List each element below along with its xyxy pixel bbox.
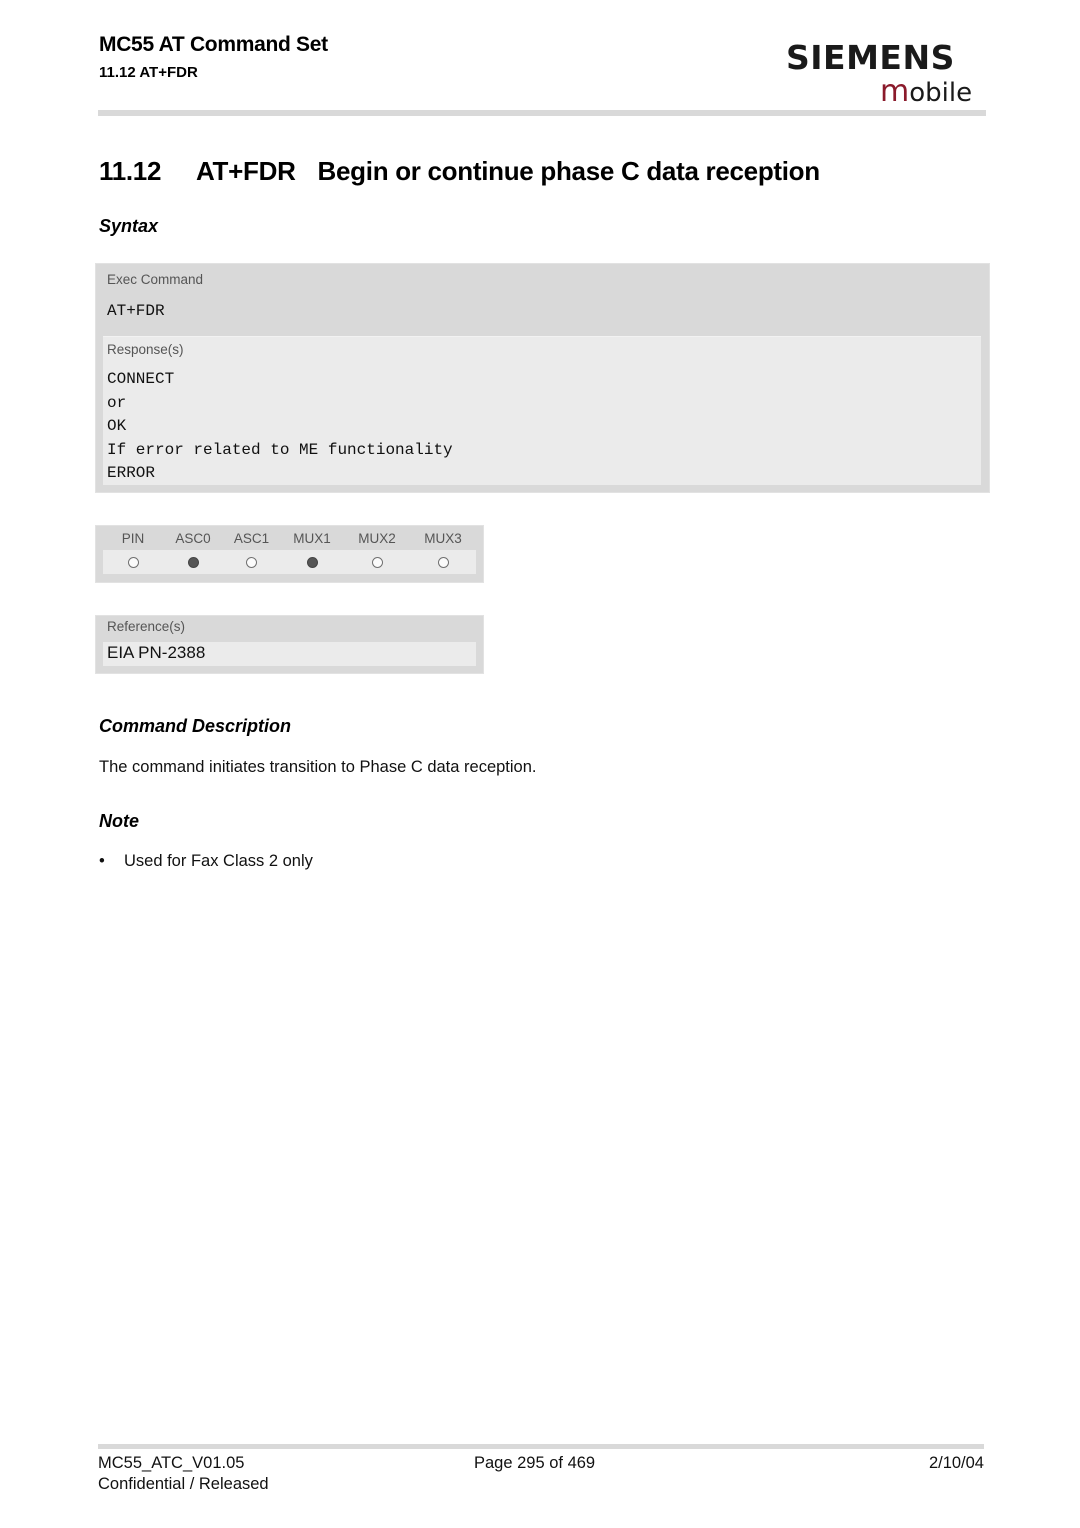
note-item-text: Used for Fax Class 2 only [124, 852, 313, 870]
command-description-text: The command initiates transition to Phas… [99, 758, 537, 776]
exec-command-label: Exec Command [107, 272, 204, 287]
responses-panel: Response(s) CONNECT or OK If error relat… [103, 336, 981, 485]
references-panel: EIA PN-2388 [103, 642, 476, 666]
response-line: If error related to ME functionality [107, 440, 453, 459]
interface-header-mux3: MUX3 [424, 530, 462, 546]
responses-list: CONNECT or OK If error related to ME fun… [107, 368, 453, 486]
heading-command: AT+FDR [196, 156, 296, 186]
heading-title: Begin or continue phase C data reception [317, 156, 821, 186]
footer-status: Confidential / Released [98, 1475, 269, 1493]
note-item: • Used for Fax Class 2 only [99, 852, 313, 871]
mobile-logo: mobile [880, 74, 972, 109]
support-indicator-pin [127, 556, 139, 568]
reference-value: EIA PN-2388 [107, 643, 206, 662]
interface-support-row [103, 550, 476, 574]
page-heading: 11.12 AT+FDR Begin or continue phase C dat… [99, 156, 820, 187]
bullet-icon: • [99, 852, 105, 870]
interface-header-asc1: ASC1 [233, 530, 270, 546]
references-box: Reference(s) EIA PN-2388 [95, 615, 484, 674]
syntax-box: Exec Command AT+FDR Response(s) CONNECT … [95, 263, 990, 493]
support-indicator-asc1 [246, 556, 257, 568]
support-indicator-asc0 [187, 556, 199, 568]
header-divider [98, 110, 986, 116]
response-line: CONNECT [107, 370, 175, 388]
interface-header-row: PIN ASC0 ASC1 MUX1 MUX2 MUX3 [103, 527, 476, 549]
document-title: MC55 AT Command Set [99, 33, 328, 56]
interface-header-pin: PIN [121, 530, 145, 546]
support-indicator-mux3 [437, 556, 449, 568]
footer-doc-id: MC55_ATC_V01.05 [98, 1454, 245, 1472]
mobile-logo-initial: m [880, 74, 910, 109]
response-line: or [107, 393, 127, 412]
heading-number: 11.12 [99, 156, 162, 186]
interface-header-mux2: MUX2 [358, 530, 396, 546]
siemens-logo: SIEMENS [786, 38, 955, 77]
responses-label: Response(s) [107, 342, 184, 357]
support-indicator-mux2 [371, 556, 383, 568]
footer-page-number: Page 295 of 469 [474, 1454, 596, 1472]
note-heading: Note [99, 811, 139, 831]
command-description-heading: Command Description [99, 716, 292, 736]
response-line: OK [107, 417, 127, 435]
exec-command: AT+FDR [107, 302, 165, 320]
references-label: Reference(s) [107, 619, 186, 634]
syntax-heading: Syntax [99, 216, 159, 236]
section-reference: 11.12 AT+FDR [99, 64, 198, 81]
footer-divider [98, 1444, 984, 1449]
interface-header-asc0: ASC0 [175, 530, 211, 546]
response-line: ERROR [107, 464, 156, 482]
interface-support-table: PIN ASC0 ASC1 MUX1 MUX2 MUX3 [95, 525, 484, 583]
support-indicator-mux1 [306, 556, 318, 568]
mobile-logo-rest: obile [909, 78, 973, 108]
interface-header-mux1: MUX1 [293, 530, 331, 546]
footer-date: 2/10/04 [928, 1454, 984, 1472]
